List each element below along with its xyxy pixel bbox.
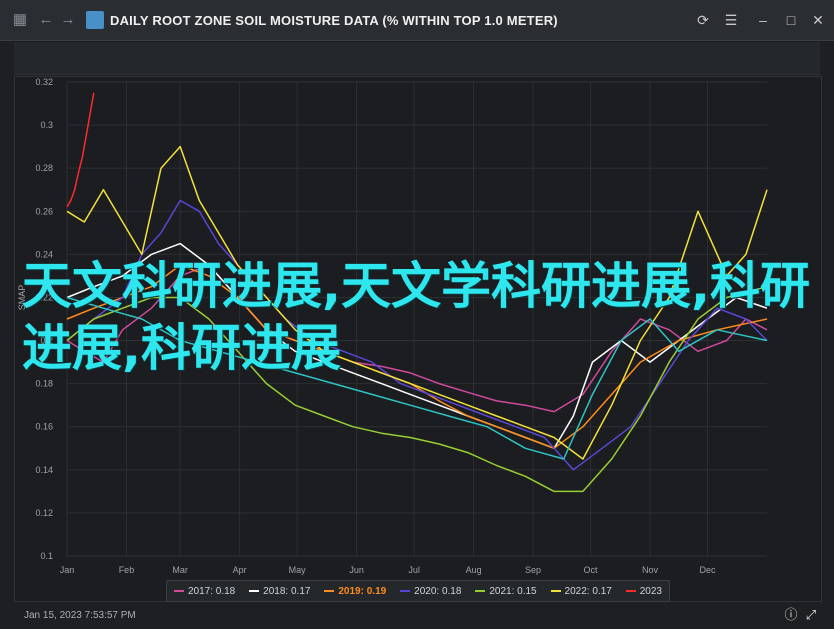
legend-label: 2018: 0.17 xyxy=(263,585,311,597)
y-tick-label: 0.22 xyxy=(35,292,53,302)
legend-swatch xyxy=(249,590,260,592)
legend-swatch xyxy=(173,590,184,592)
y-tick-label: 0.12 xyxy=(35,508,53,518)
series-line-2018 xyxy=(66,242,768,450)
refresh-icon[interactable]: ⟳ xyxy=(693,10,713,30)
legend-item-2019[interactable]: 2019: 0.19 xyxy=(324,586,386,597)
y-tick-label: 0.3 xyxy=(40,120,53,130)
minimize-icon[interactable]: – xyxy=(753,10,773,30)
legend-item-2018[interactable]: 2018: 0.17 xyxy=(249,586,310,597)
x-tick-label: Jun xyxy=(349,565,364,575)
y-tick-label: 0.16 xyxy=(35,422,53,432)
x-tick-label: Mar xyxy=(172,565,188,575)
legend-item-2017[interactable]: 2017: 0.18 xyxy=(173,585,236,597)
x-tick-label: Oct xyxy=(584,565,599,575)
toolbar xyxy=(14,42,820,75)
forward-arrow-icon[interactable]: → xyxy=(58,10,78,30)
title-bar: ▦ ← → DAILY ROOT ZONE SOIL MOISTURE DATA… xyxy=(0,0,834,41)
maximize-icon[interactable]: □ xyxy=(781,10,801,30)
series-line-2019 xyxy=(66,264,768,450)
legend-swatch xyxy=(324,590,335,592)
y-axis-label: SMAP xyxy=(17,285,27,311)
legend-swatch xyxy=(550,590,561,592)
footer: Jan 15, 2023 7:53:57 PM ⓘ ⤢ xyxy=(0,602,834,629)
y-tick-label: 0.14 xyxy=(35,465,53,475)
legend-item-2022[interactable]: 2022: 0.17 xyxy=(550,585,612,597)
legend-label: 2017: 0.18 xyxy=(187,585,236,597)
x-tick-label: Jul xyxy=(408,565,420,575)
expand-icon[interactable]: ⤢ xyxy=(802,606,820,624)
x-tick-label: Dec xyxy=(700,565,717,575)
window-title: DAILY ROOT ZONE SOIL MOISTURE DATA (% WI… xyxy=(110,13,558,28)
y-tick-label: 0.26 xyxy=(35,206,53,216)
chart-panel: 0.1 0.12 0.14 0.16 0.18 0.2 0.22 0.24 0.26 0.28 0.… xyxy=(14,76,822,602)
legend-item-2023[interactable]: 2023 xyxy=(625,585,662,597)
footer-timestamp: Jan 15, 2023 7:53:57 PM xyxy=(24,610,136,621)
x-tick-label: May xyxy=(289,565,307,575)
legend-swatch xyxy=(625,590,636,592)
series-line-2022 xyxy=(66,145,768,460)
y-tick-label: 0.32 xyxy=(35,77,53,87)
legend-swatch xyxy=(400,590,411,592)
series-line-2023 xyxy=(66,92,95,208)
legend-label: 2020: 0.18 xyxy=(414,585,462,597)
y-tick-label: 0.1 xyxy=(40,551,53,561)
legend-item-2020[interactable]: 2020: 0.18 xyxy=(400,586,461,597)
legend-swatch xyxy=(475,590,486,592)
close-icon[interactable]: ✕ xyxy=(808,10,828,30)
legend-label: 2021: 0.15 xyxy=(489,585,537,597)
chart-svg: 0.1 0.12 0.14 0.16 0.18 0.2 0.22 0.24 0.26 0.28 0.… xyxy=(17,77,768,575)
y-tick-label: 0.18 xyxy=(35,379,53,389)
back-arrow-icon[interactable]: ← xyxy=(36,10,56,30)
x-tick-label: Sep xyxy=(525,565,541,575)
y-tick-label: 0.2 xyxy=(40,336,53,346)
x-tick-label: Apr xyxy=(233,565,247,575)
x-tick-label: Aug xyxy=(466,565,482,575)
y-tick-label: 0.24 xyxy=(35,249,53,259)
series-line-unlabeled xyxy=(66,296,768,460)
y-tick-label: 0.28 xyxy=(35,163,53,173)
legend-label: 2023 xyxy=(639,585,662,597)
chart-legend: 2017: 0.18 2018: 0.17 2019: 0.19 2020: 0.18… xyxy=(166,580,670,602)
chart-app-icon xyxy=(86,11,104,29)
info-icon[interactable]: ⓘ xyxy=(782,606,800,624)
x-tick-label: Jan xyxy=(60,565,75,575)
legend-label: 2019: 0.19 xyxy=(338,585,387,597)
legend-label: 2022: 0.17 xyxy=(564,585,612,597)
legend-item-2021[interactable]: 2021: 0.15 xyxy=(475,585,537,597)
hamburger-menu-icon[interactable]: ☰ xyxy=(721,10,741,30)
x-tick-label: Nov xyxy=(642,565,659,575)
x-tick-label: Feb xyxy=(119,565,135,575)
menu-grid-icon[interactable]: ▦ xyxy=(10,10,30,30)
